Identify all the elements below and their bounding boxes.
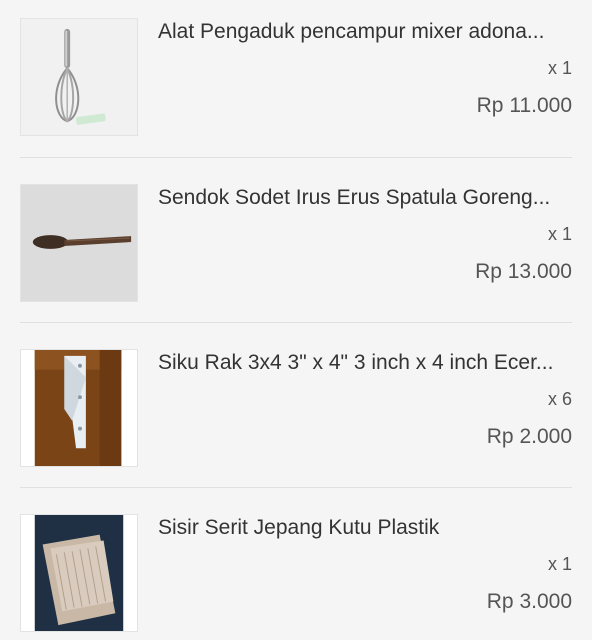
product-price: Rp 11.000 [476, 94, 572, 117]
product-image-spatula[interactable] [20, 184, 138, 302]
product-price: Rp 2.000 [486, 425, 572, 448]
product-image-comb[interactable] [20, 514, 138, 632]
product-price: Rp 13.000 [475, 260, 572, 283]
product-price: Rp 3.000 [486, 590, 572, 613]
order-item-comb[interactable]: Sisir Serit Jepang Kutu Plastik x 1 Rp 3… [20, 514, 572, 640]
order-item-whisk[interactable]: Alat Pengaduk pencampur mixer adona... x… [20, 18, 572, 168]
order-item-shelf-bracket[interactable]: Siku Rak 3x4 3" x 4" 3 inch x 4 inch Ece… [20, 349, 572, 499]
order-item-spatula[interactable]: Sendok Sodet Irus Erus Spatula Goreng...… [20, 184, 572, 334]
product-quantity: x 6 [547, 389, 572, 409]
product-image-whisk[interactable] [20, 18, 138, 136]
item-divider [20, 487, 572, 488]
order-item-list: Alat Pengaduk pencampur mixer adona... x… [0, 0, 592, 640]
product-name: Sendok Sodet Irus Erus Spatula Goreng... [158, 186, 551, 209]
product-image-shelf-bracket[interactable] [20, 349, 138, 467]
item-divider [20, 322, 572, 323]
product-quantity: x 1 [547, 554, 572, 574]
product-name: Sisir Serit Jepang Kutu Plastik [158, 516, 440, 539]
item-divider [20, 157, 572, 158]
product-quantity: x 1 [547, 224, 572, 244]
product-quantity: x 1 [547, 58, 572, 78]
product-name: Alat Pengaduk pencampur mixer adona... [158, 20, 545, 43]
product-name: Siku Rak 3x4 3" x 4" 3 inch x 4 inch Ece… [158, 351, 554, 374]
